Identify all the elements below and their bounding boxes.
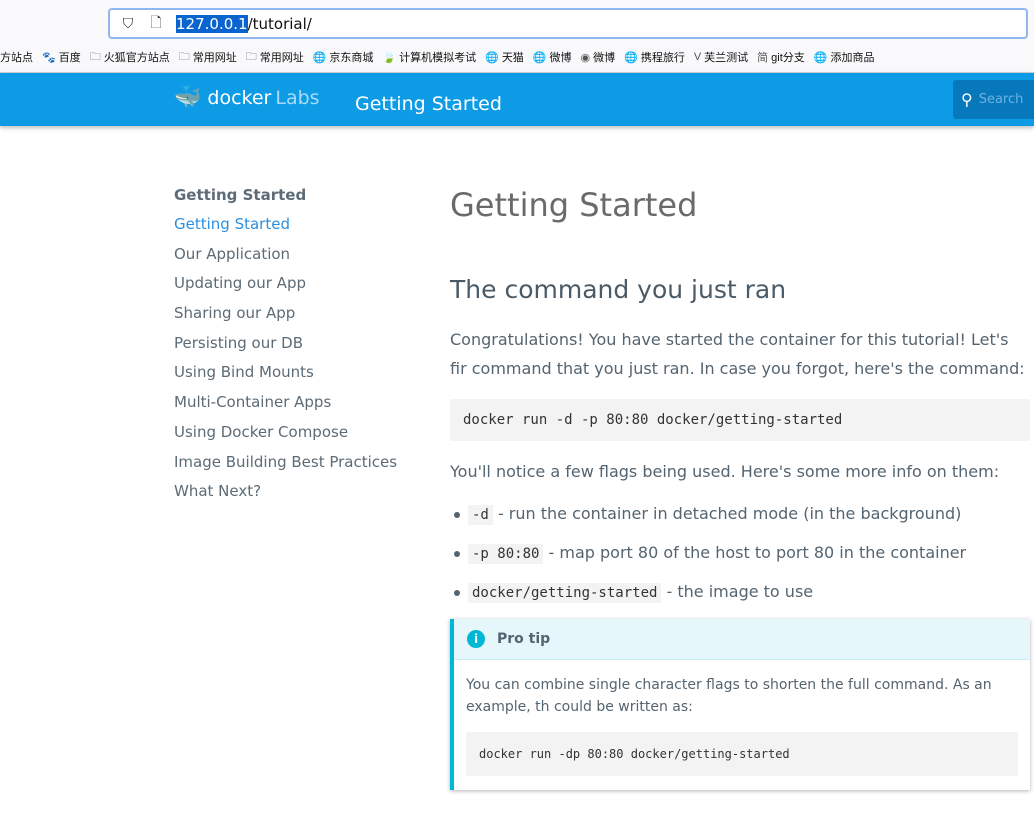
- intro-paragraph: Congratulations! You have started the co…: [450, 325, 1030, 383]
- bookmark-item[interactable]: ◉ 微博: [581, 49, 616, 65]
- flag-code: -p 80:80: [468, 544, 544, 564]
- bookmark-label: 微博: [549, 52, 572, 64]
- search-input[interactable]: Search: [979, 92, 1024, 107]
- bookmark-icon: 🐾: [42, 51, 56, 64]
- section-heading: The command you just ran: [450, 275, 787, 304]
- tip-text: could be written as:: [553, 699, 693, 715]
- bookmark-icon: 🌐: [485, 51, 499, 64]
- sidebar-item[interactable]: Our Application: [174, 243, 397, 273]
- bookmark-icon: 🗀: [89, 50, 101, 63]
- pro-tip-title: Pro tip: [497, 631, 551, 647]
- bookmark-label: 携程旅行: [640, 52, 685, 64]
- browser-toolbar: ⛉ 🗋 127.0.0.1 /tutorial/: [0, 0, 1034, 42]
- bookmarks-bar: 方站点 🐾 百度 🗀 火狐官方站点 🗀 常用网址 🗀 常用网址 🌐 京东商城 🍃 计算机模拟考试 🌐 天猫 🌐…: [0, 42, 1034, 73]
- sidebar-item[interactable]: Updating our App: [174, 272, 397, 302]
- bookmark-label: 百度: [58, 52, 81, 64]
- bookmark-item[interactable]: 🌐 天猫: [485, 49, 524, 65]
- bookmark-icon: 🍃: [382, 51, 397, 64]
- flag-item: docker/getting-started - the image to us…: [454, 580, 1030, 605]
- bookmark-item[interactable]: 🌐 添加商品: [814, 49, 875, 65]
- search-icon: ⚲: [961, 90, 973, 109]
- docker-labs-logo[interactable]: 🐳 docker Labs: [174, 85, 320, 110]
- bookmark-item[interactable]: 🐾 百度: [42, 49, 81, 65]
- bookmark-icon: 🌐: [624, 51, 638, 64]
- page-title: Getting Started: [450, 186, 698, 224]
- bookmark-item[interactable]: 🍃 计算机模拟考试: [382, 49, 476, 65]
- header-title[interactable]: Getting Started: [355, 93, 502, 115]
- flag-code: docker/getting-started: [468, 583, 662, 603]
- bookmark-label: 常用网址: [259, 52, 304, 64]
- bookmark-label: git分支: [771, 52, 805, 64]
- bookmark-icon: V: [693, 51, 702, 63]
- sidebar-nav: Getting Started Getting Started Our Appli…: [174, 184, 397, 510]
- bookmark-item[interactable]: V 芙兰测试: [694, 49, 748, 65]
- bookmark-icon: 🌐: [813, 51, 828, 64]
- bookmark-icon: 🗀: [245, 50, 257, 63]
- site-header: 🐳 docker Labs Getting Started ⚲ Search: [0, 73, 1034, 126]
- sidebar-item[interactable]: Using Bind Mounts: [174, 361, 397, 391]
- sidebar-item[interactable]: Using Docker Compose: [174, 421, 397, 451]
- bookmark-icon: 🌐: [532, 51, 547, 64]
- search-box[interactable]: ⚲ Search: [953, 80, 1034, 119]
- bookmark-icon: 🌐: [312, 51, 327, 64]
- bookmark-item[interactable]: 🗀 常用网址: [179, 48, 237, 67]
- bookmark-label: 京东商城: [329, 52, 374, 64]
- bookmark-label: 常用网址: [192, 52, 237, 64]
- tip-code-block: docker run -dp 80:80 docker/getting-star…: [466, 732, 1018, 776]
- sidebar-item[interactable]: Multi-Container Apps: [174, 391, 397, 421]
- flag-desc: - run the container in detached mode (in…: [492, 504, 962, 523]
- main-content: Getting Started The command you just ran…: [450, 185, 1030, 790]
- address-bar[interactable]: ⛉ 🗋 127.0.0.1 /tutorial/: [108, 8, 1028, 39]
- shield-icon[interactable]: ⛉: [118, 16, 138, 32]
- flag-desc: - the image to use: [661, 582, 814, 601]
- sidebar-item[interactable]: What Next?: [174, 480, 397, 510]
- pro-tip-callout: i Pro tip You can combine single charact…: [450, 619, 1030, 790]
- flag-code: -d: [468, 505, 493, 525]
- info-icon: i: [467, 630, 485, 648]
- bookmark-item[interactable]: 方站点: [0, 49, 33, 65]
- pro-tip-header: i Pro tip: [454, 619, 1030, 660]
- bookmark-icon: 简: [757, 52, 769, 64]
- command-code-block: docker run -d -p 80:80 docker/getting-st…: [450, 399, 1030, 441]
- flags-intro: You'll notice a few flags being used. He…: [450, 462, 1000, 481]
- bookmark-item[interactable]: 🗀 常用网址: [246, 48, 304, 67]
- page-icon: 🗋: [150, 14, 162, 31]
- bookmark-icon: 🗀: [178, 50, 190, 63]
- sidebar-item[interactable]: Sharing our App: [174, 302, 397, 332]
- intro-line: command that you just ran. In case you f…: [471, 359, 1025, 378]
- url-path: /tutorial/: [247, 14, 312, 33]
- flag-item: -p 80:80 - map port 80 of the host to po…: [454, 541, 1030, 566]
- bookmark-icon: ◉: [580, 51, 591, 64]
- tip-text: You can combine single character flags t…: [466, 677, 992, 715]
- logo-text: docker: [207, 86, 272, 109]
- logo-sub: Labs: [275, 86, 320, 109]
- bookmark-label: 计算机模拟考试: [399, 52, 477, 64]
- bookmark-label: 芙兰测试: [704, 52, 749, 64]
- bookmark-item[interactable]: 🌐 微博: [533, 49, 572, 65]
- bookmark-item[interactable]: 🗀 火狐官方站点: [90, 48, 170, 67]
- whale-icon: 🐳: [174, 85, 202, 110]
- bookmark-label: 火狐官方站点: [103, 52, 170, 64]
- flag-desc: - map port 80 of the host to port 80 in …: [543, 543, 967, 562]
- bookmark-label: 方站点: [0, 52, 33, 64]
- sidebar-item[interactable]: Image Building Best Practices: [174, 451, 397, 481]
- sidebar-heading: Getting Started: [174, 186, 307, 204]
- bookmark-item[interactable]: 🌐 携程旅行: [624, 49, 685, 65]
- bookmark-label: 天猫: [501, 52, 524, 64]
- sidebar-item[interactable]: Persisting our DB: [174, 332, 397, 362]
- url-host: 127.0.0.1: [176, 14, 248, 33]
- bookmark-label: 添加商品: [830, 52, 875, 64]
- bookmark-item[interactable]: 简 git分支: [757, 49, 805, 65]
- sidebar-item[interactable]: Getting Started: [174, 213, 397, 243]
- flags-list: -d - run the container in detached mode …: [450, 502, 1030, 605]
- bookmark-label: 微博: [593, 52, 616, 64]
- flag-item: -d - run the container in detached mode …: [454, 502, 1030, 527]
- bookmark-item[interactable]: 🌐 京东商城: [313, 49, 374, 65]
